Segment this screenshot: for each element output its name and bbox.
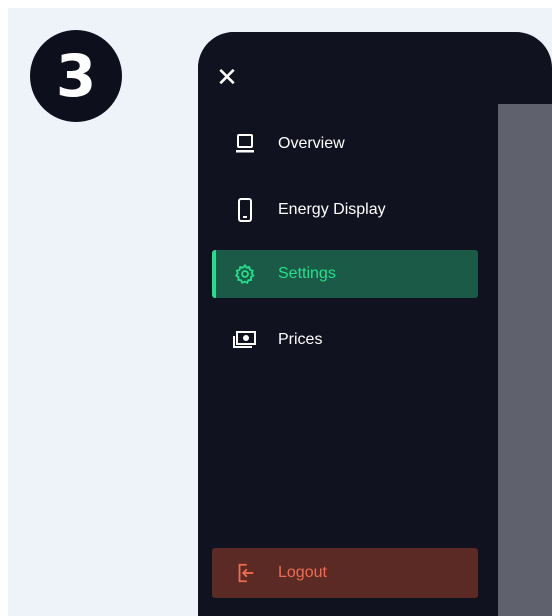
step-number-badge: 3 [30, 30, 122, 122]
monitor-icon [212, 133, 278, 155]
step-number: 3 [55, 42, 97, 110]
banknote-icon [212, 330, 278, 350]
logout-button[interactable]: Logout [212, 548, 478, 598]
phone-frame: ✕ Overview Energy Display Settings Price… [198, 32, 552, 616]
nav-item-label: Prices [278, 331, 323, 348]
nav-item-settings[interactable]: Settings [212, 250, 478, 298]
nav-item-overview[interactable]: Overview [212, 120, 478, 168]
nav-item-energy-display[interactable]: Energy Display [212, 186, 478, 234]
close-icon: ✕ [216, 61, 238, 92]
smartphone-icon [212, 198, 278, 222]
nav-item-label: Energy Display [278, 201, 386, 218]
dimmed-content-overlay[interactable] [498, 104, 552, 616]
logout-label: Logout [278, 564, 327, 581]
logout-icon [212, 562, 278, 584]
close-drawer-button[interactable]: ✕ [212, 62, 242, 92]
nav-item-label: Overview [278, 135, 345, 152]
navigation-drawer: ✕ Overview Energy Display Settings Price… [198, 32, 498, 616]
nav-item-label: Settings [278, 265, 336, 282]
gear-icon [212, 263, 278, 285]
nav-item-prices[interactable]: Prices [212, 316, 478, 364]
